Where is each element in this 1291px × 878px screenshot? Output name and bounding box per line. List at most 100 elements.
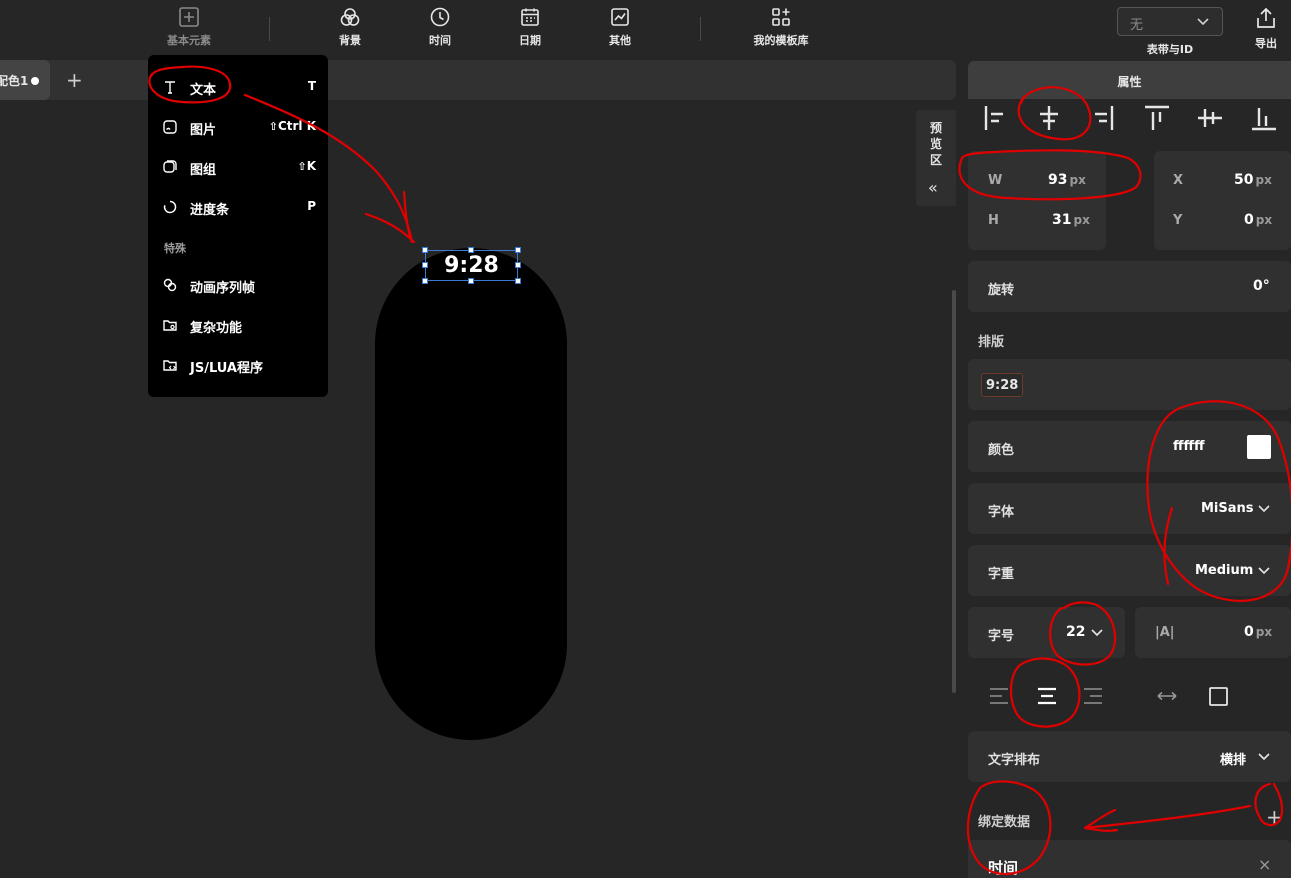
text-align-center-icon[interactable] [1038, 687, 1056, 705]
chevron-down-icon [1258, 505, 1270, 513]
color-swatch[interactable] [1247, 435, 1271, 459]
basic-elements-button[interactable]: 基本元素 [144, 6, 234, 48]
color-hex-field[interactable]: ffffff [1173, 439, 1205, 454]
menu-item-script[interactable]: JS/LUA程序 [162, 353, 316, 377]
chevron-down-icon [1197, 18, 1209, 26]
menu-item-image-group[interactable]: 图组 ⇧K [162, 155, 316, 179]
tab-color-scheme[interactable]: 配色1 [0, 60, 50, 100]
resize-handle[interactable] [515, 262, 521, 268]
preview-label: 预 览 区 [930, 120, 942, 168]
text-align-right-icon[interactable] [1084, 688, 1102, 704]
typeset-section-label: 排版 [978, 335, 1005, 350]
align-bottom-icon[interactable] [1252, 108, 1276, 131]
letter-spacing-icon: |A| [1155, 625, 1175, 640]
folder-settings-icon [163, 320, 177, 331]
align-right-icon[interactable] [1095, 106, 1114, 130]
resize-handle[interactable] [468, 278, 474, 284]
width-value: 93 [1048, 172, 1068, 188]
background-button[interactable]: 背景 [305, 6, 395, 48]
menu-shortcut-key: K [306, 159, 316, 173]
export-label: 导出 [1255, 37, 1277, 50]
menu-item-complex[interactable]: 复杂功能 [162, 313, 316, 337]
menu-shortcut: ⇧Ctrl K [269, 119, 316, 133]
text-layout-label: 文字排布 [988, 753, 1041, 768]
menu-item-label: 复杂功能 [190, 321, 243, 336]
y-field[interactable]: 0 px [1244, 212, 1272, 228]
text-align-toolbar [990, 687, 1228, 706]
strap-id-select[interactable]: 无 [1117, 7, 1223, 36]
clock-icon [430, 7, 450, 27]
width-field[interactable]: 93 px [1048, 172, 1086, 188]
fixed-box-icon[interactable] [1209, 687, 1228, 706]
resize-handle[interactable] [422, 278, 428, 284]
text-icon [165, 81, 175, 94]
text-layout-select[interactable]: 横排 [1220, 749, 1246, 768]
preview-area-toggle[interactable]: 预 览 区 « [916, 110, 956, 206]
menu-item-image[interactable]: 图片 ⇧Ctrl K [162, 115, 316, 139]
properties-tab[interactable]: 属性 [968, 61, 1291, 99]
letter-spacing-field[interactable]: 0 px [1244, 624, 1272, 640]
color-label: 颜色 [988, 443, 1015, 458]
chevron-down-icon [1258, 753, 1270, 761]
tab-label: 配色1 [0, 74, 29, 88]
calendar-icon [521, 8, 539, 26]
resize-handle[interactable] [515, 247, 521, 253]
height-field[interactable]: 31 px [1052, 212, 1090, 228]
x-field[interactable]: 50 px [1234, 172, 1272, 188]
auto-width-icon[interactable] [1157, 691, 1177, 701]
basic-elements-menu: 文本 T 图片 ⇧Ctrl K 图组 ⇧K 进度条 P 特殊 动画序列帧 复杂功… [148, 55, 328, 397]
menu-item-label: 文本 [190, 83, 217, 98]
chart-icon [611, 8, 629, 26]
font-select[interactable]: MiSans [1201, 501, 1254, 516]
date-label: 日期 [519, 34, 541, 47]
height-label: H [988, 213, 999, 228]
add-binding-button[interactable]: + [1266, 805, 1283, 829]
remove-binding-button[interactable]: × [1258, 855, 1271, 874]
align-left-icon[interactable] [984, 106, 1003, 130]
align-hcenter-icon[interactable] [1040, 106, 1058, 130]
menu-item-progress[interactable]: 进度条 P [162, 195, 316, 219]
text-align-left-icon[interactable] [990, 688, 1008, 704]
rotation-field[interactable]: 0° [1253, 278, 1270, 294]
bind-data-label: 绑定数据 [978, 815, 1031, 830]
watch-face-shape[interactable] [375, 248, 567, 740]
menu-item-label: JS/LUA程序 [190, 361, 263, 376]
menu-item-label: 图组 [190, 163, 217, 178]
unit-label: px [1255, 173, 1272, 187]
other-button[interactable]: 其他 [575, 6, 665, 48]
time-label: 时间 [429, 34, 451, 47]
align-top-icon[interactable] [1145, 105, 1169, 130]
canvas-scrollbar[interactable] [952, 290, 956, 693]
time-button[interactable]: 时间 [395, 6, 485, 48]
other-label: 其他 [609, 34, 631, 47]
position-card [1154, 151, 1291, 250]
rotation-card [968, 261, 1291, 312]
export-button[interactable]: 导出 [1243, 6, 1289, 51]
unit-label: px [1073, 213, 1090, 227]
menu-item-text[interactable]: 文本 T [162, 75, 316, 99]
add-tab-button[interactable]: + [66, 68, 83, 92]
resize-handle[interactable] [468, 247, 474, 253]
font-label: 字体 [988, 505, 1015, 520]
templates-button[interactable]: 我的模板库 [736, 6, 826, 48]
date-button[interactable]: 日期 [485, 6, 575, 48]
align-vcenter-icon[interactable] [1198, 109, 1222, 127]
unit-label: px [1069, 173, 1086, 187]
font-size-select[interactable]: 22 [1066, 624, 1085, 640]
preview-char: 预 [930, 121, 943, 135]
progress-icon [163, 200, 177, 214]
script-icon [163, 360, 177, 371]
strap-select-value: 无 [1130, 18, 1144, 33]
collapse-icon: « [928, 178, 938, 197]
unit-label: px [1255, 213, 1273, 227]
menu-item-animation[interactable]: 动画序列帧 [162, 273, 316, 297]
grid-add-icon [772, 8, 790, 26]
weight-select[interactable]: Medium [1195, 563, 1253, 578]
resize-handle[interactable] [422, 247, 428, 253]
resize-handle[interactable] [422, 262, 428, 268]
binding-item-label: 时间 [988, 859, 1019, 877]
menu-shortcut: P [307, 199, 316, 213]
menu-section-special: 特殊 [164, 242, 186, 255]
resize-handle[interactable] [515, 278, 521, 284]
text-content-chip[interactable]: 9:28 [981, 373, 1024, 397]
